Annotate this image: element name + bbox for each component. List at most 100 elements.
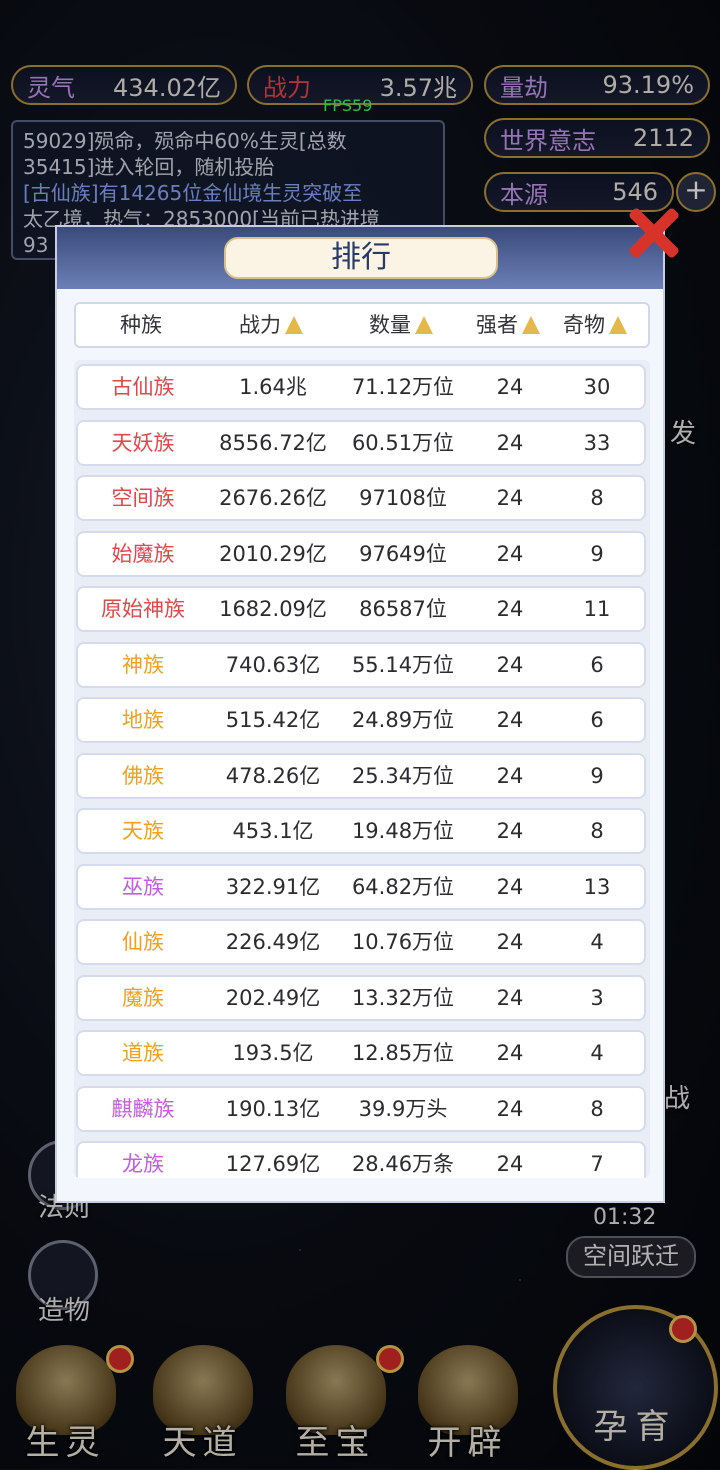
power-cell: 193.5亿 — [232, 1041, 314, 1065]
table-row[interactable]: 神族 740.63亿 55.14万位 24 6 — [76, 641, 646, 688]
strong-cell: 24 — [496, 930, 524, 954]
power-cell: 740.63亿 — [225, 652, 321, 677]
count-cell: 10.76万位 — [351, 930, 455, 954]
close-button[interactable] — [622, 198, 686, 262]
table-row[interactable]: 空间族 2676.26亿 97108位 24 8 — [76, 475, 646, 521]
table-row[interactable]: 巫族 322.91亿 64.82万位 24 13 — [76, 863, 646, 910]
treasure-cell: 8 — [590, 819, 604, 843]
power-cell: 322.91亿 — [225, 874, 321, 899]
sort-arrow-icon — [609, 316, 627, 334]
race-cell: 龙族 — [122, 1152, 164, 1176]
table-row[interactable]: 天妖族 8556.72亿 60.51万位 24 33 — [76, 419, 646, 466]
sort-strong-button[interactable]: 强者 — [466, 304, 550, 346]
power-cell: 2676.26亿 — [219, 486, 327, 510]
header-race-label: 种族 — [120, 313, 162, 337]
strong-cell: 24 — [496, 819, 524, 843]
table-row[interactable]: 魔族 202.49亿 13.32万位 24 3 — [76, 974, 646, 1021]
count-cell: 19.48万位 — [351, 819, 455, 843]
table-row[interactable]: 麒麟族 190.13亿 39.9万头 24 8 — [76, 1085, 646, 1132]
table-row[interactable]: 佛族 478.26亿 25.34万位 24 9 — [76, 752, 646, 799]
power-cell: 202.49亿 — [225, 985, 321, 1010]
treasure-cell: 8 — [590, 486, 604, 510]
table-row[interactable]: 古仙族 1.64兆 71.12万位 24 30 — [76, 364, 646, 410]
count-cell: 39.9万头 — [358, 1096, 448, 1121]
count-cell: 86587位 — [359, 597, 447, 621]
strong-cell: 24 — [496, 486, 524, 510]
race-cell: 神族 — [122, 652, 164, 677]
ranking-list[interactable]: 古仙族 1.64兆 71.12万位 24 30 天妖族 8556.72亿 60.51万位 24 3… — [74, 360, 650, 1178]
sort-treasure-button[interactable]: 奇物 — [550, 304, 640, 346]
strong-cell: 24 — [496, 874, 524, 899]
strong-cell: 24 — [496, 597, 524, 621]
treasure-cell: 9 — [590, 541, 604, 566]
race-cell: 道族 — [122, 1041, 164, 1065]
count-cell: 60.51万位 — [351, 430, 455, 455]
strong-cell: 24 — [496, 1096, 524, 1121]
table-header: 种族 战力 数量 强者 奇物 — [74, 302, 650, 348]
race-cell: 地族 — [122, 708, 164, 732]
treasure-cell: 9 — [590, 763, 604, 788]
header-strong-label: 强者 — [476, 313, 518, 337]
race-cell: 始魔族 — [111, 541, 175, 566]
treasure-cell: 30 — [583, 375, 611, 399]
race-cell: 麒麟族 — [111, 1096, 175, 1121]
table-row[interactable]: 原始神族 1682.09亿 86587位 24 11 — [76, 586, 646, 632]
power-cell: 478.26亿 — [225, 763, 321, 788]
count-cell: 13.32万位 — [351, 985, 455, 1010]
table-row[interactable]: 龙族 127.69亿 28.46万条 24 7 — [76, 1141, 646, 1178]
count-cell: 28.46万条 — [351, 1152, 455, 1176]
treasure-cell: 6 — [590, 652, 604, 677]
power-cell: 1.64兆 — [239, 375, 307, 399]
header-race: 种族 — [76, 304, 206, 346]
treasure-cell: 3 — [590, 985, 604, 1010]
panel-header: 排行 — [57, 227, 663, 289]
treasure-cell: 11 — [583, 597, 611, 621]
strong-cell: 24 — [496, 708, 524, 732]
ranking-panel: 排行 种族 战力 数量 强者 奇物 古仙族 1.64兆 71.12万位 24 30 天妖族… — [55, 225, 665, 1203]
count-cell: 64.82万位 — [351, 874, 455, 899]
strong-cell: 24 — [496, 652, 524, 677]
power-cell: 127.69亿 — [225, 1152, 321, 1176]
strong-cell: 24 — [496, 763, 524, 788]
race-cell: 古仙族 — [111, 375, 175, 399]
count-cell: 97649位 — [359, 541, 447, 566]
sort-arrow-icon — [415, 316, 433, 334]
sort-power-button[interactable]: 战力 — [206, 304, 336, 346]
table-row[interactable]: 天族 453.1亿 19.48万位 24 8 — [76, 808, 646, 854]
table-row[interactable]: 道族 193.5亿 12.85万位 24 4 — [76, 1030, 646, 1076]
count-cell: 12.85万位 — [351, 1041, 455, 1065]
count-cell: 97108位 — [359, 486, 447, 510]
race-cell: 天妖族 — [111, 430, 175, 455]
strong-cell: 24 — [496, 985, 524, 1010]
treasure-cell: 4 — [590, 1041, 604, 1065]
power-cell: 1682.09亿 — [219, 597, 327, 621]
treasure-cell: 13 — [583, 874, 611, 899]
strong-cell: 24 — [496, 430, 524, 455]
power-cell: 453.1亿 — [232, 819, 314, 843]
power-cell: 226.49亿 — [225, 930, 321, 954]
header-power-label: 战力 — [239, 313, 281, 337]
race-cell: 空间族 — [111, 486, 175, 510]
panel-title: 排行 — [224, 237, 498, 279]
treasure-cell: 6 — [590, 708, 604, 732]
count-cell: 25.34万位 — [351, 763, 455, 788]
power-cell: 190.13亿 — [225, 1096, 321, 1121]
count-cell: 55.14万位 — [351, 652, 455, 677]
table-row[interactable]: 地族 515.42亿 24.89万位 24 6 — [76, 697, 646, 743]
header-count-label: 数量 — [369, 313, 411, 337]
table-row[interactable]: 仙族 226.49亿 10.76万位 24 4 — [76, 919, 646, 965]
treasure-cell: 4 — [590, 930, 604, 954]
strong-cell: 24 — [496, 1152, 524, 1176]
treasure-cell: 33 — [583, 430, 611, 455]
strong-cell: 24 — [496, 541, 524, 566]
table-row[interactable]: 始魔族 2010.29亿 97649位 24 9 — [76, 530, 646, 577]
race-cell: 仙族 — [122, 930, 164, 954]
power-cell: 8556.72亿 — [219, 430, 327, 455]
race-cell: 佛族 — [122, 763, 164, 788]
count-cell: 71.12万位 — [351, 375, 455, 399]
power-cell: 515.42亿 — [225, 708, 321, 732]
header-treasure-label: 奇物 — [563, 313, 605, 337]
race-cell: 原始神族 — [101, 597, 185, 621]
sort-count-button[interactable]: 数量 — [336, 304, 466, 346]
race-cell: 天族 — [122, 819, 164, 843]
